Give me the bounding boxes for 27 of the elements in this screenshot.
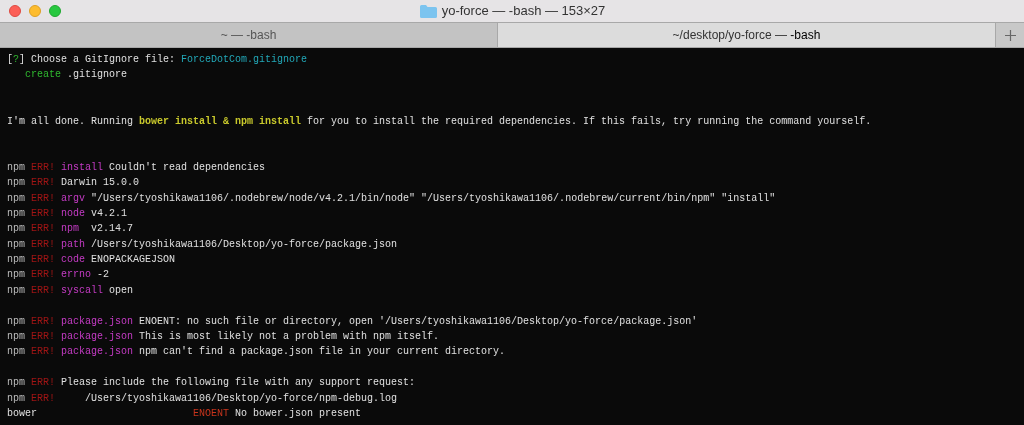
zoom-button[interactable] bbox=[49, 5, 61, 17]
terminal-line: bower ENOENT No bower.json present bbox=[7, 407, 362, 421]
terminal-line: npm ERR! npm v2.14.7 bbox=[7, 222, 134, 237]
terminal-line: npm ERR! errno -2 bbox=[7, 268, 110, 283]
close-button[interactable] bbox=[9, 5, 21, 17]
folder-icon bbox=[419, 4, 437, 18]
terminal-line: npm ERR! code ENOPACKAGEJSON bbox=[7, 253, 176, 268]
terminal-line: npm ERR! package.json This is most likely not a problem with npm itself. bbox=[7, 330, 440, 345]
terminal-line: npm ERR! syscall open bbox=[7, 283, 134, 298]
terminal-line: [?] Choose a GitIgnore file: ForceDotCom.gitignore bbox=[7, 53, 308, 67]
terminal-line: npm ERR! Darwin 15.0.0 bbox=[7, 176, 140, 191]
terminal-line: npm ERR! /Users/tyoshikawa1106/Desktop/yo-force/npm-debug.log bbox=[7, 391, 398, 406]
terminal-line: I'm all done. Running bower install & npm install for you to install the required dependencies. If this fails, try running the command yourself. bbox=[7, 114, 872, 129]
new-tab-button[interactable] bbox=[996, 23, 1024, 47]
terminal-line: npm ERR! install Couldn't read dependencies bbox=[7, 160, 266, 175]
terminal-line: npm ERR! package.json npm can't find a package.json file in your current directory. bbox=[7, 345, 506, 360]
minimize-button[interactable] bbox=[29, 5, 41, 17]
tab[interactable]: ~/desktop/yo-force — -bash bbox=[498, 23, 996, 47]
terminal-line: npm ERR! node v4.2.1 bbox=[7, 206, 128, 221]
terminal-line: npm ERR! path /Users/tyoshikawa1106/Desktop/yo-force/package.json bbox=[7, 237, 398, 252]
tab[interactable]: ~ — -bash bbox=[0, 23, 498, 47]
window-title: yo-force — -bash — 153×27 bbox=[441, 2, 606, 21]
terminal-line: npm ERR! package.json ENOENT: no such file or directory, open '/Users/tyoshikawa1106/Desktop/yo-force/package.json' bbox=[7, 314, 698, 329]
terminal-line: create .gitignore bbox=[24, 68, 128, 83]
plus-icon bbox=[1004, 29, 1016, 41]
terminal-line: npm ERR! argv "/Users/tyoshikawa1106/.nodebrew/node/v4.2.1/bin/node" "/Users/tyoshikawa1106/.nodebrew/current/bin/npm" "install" bbox=[7, 191, 776, 206]
terminal-line: npm ERR! Please include the following file with any support request: bbox=[7, 376, 416, 391]
